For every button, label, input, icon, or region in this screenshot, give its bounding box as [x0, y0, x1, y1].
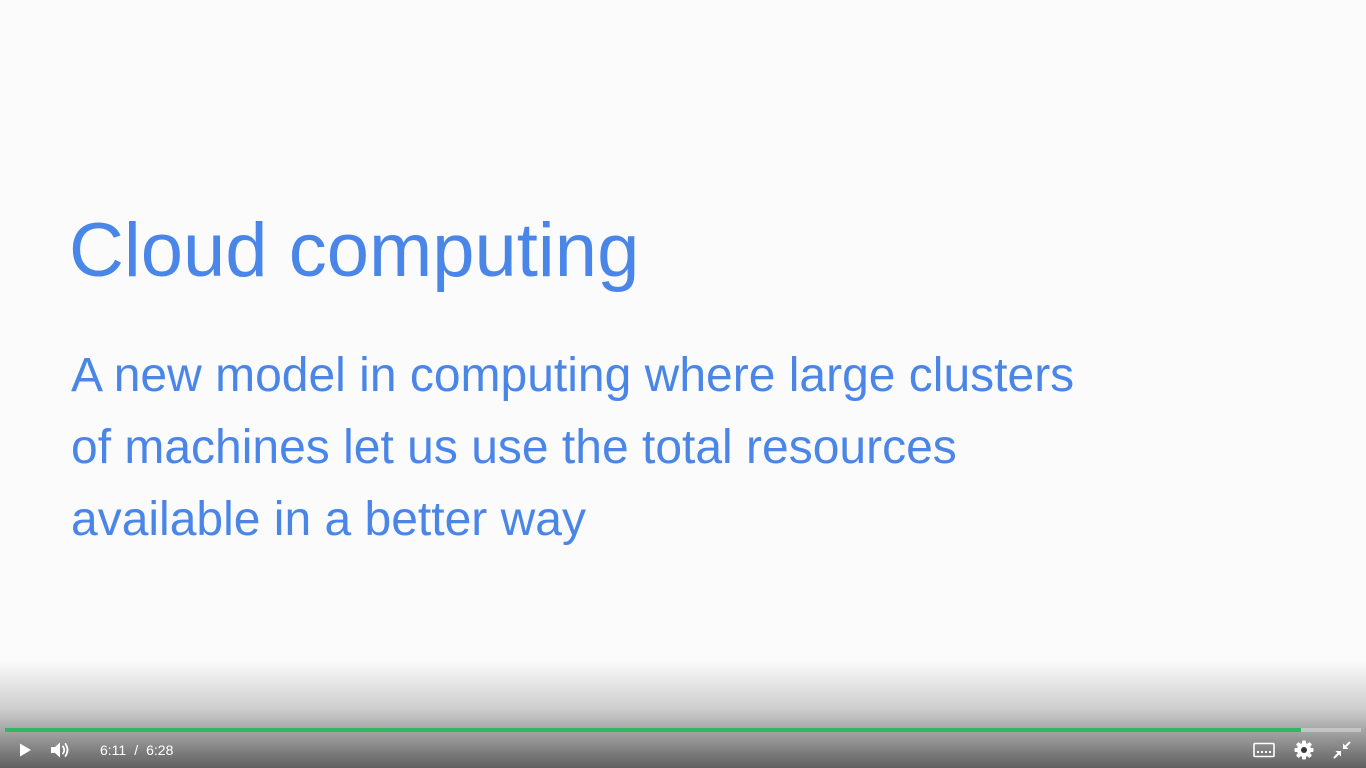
slide-body-line: available in a better way — [71, 493, 586, 546]
volume-button[interactable] — [46, 732, 76, 768]
exit-fullscreen-button[interactable] — [1328, 732, 1356, 768]
play-button[interactable] — [12, 732, 38, 768]
volume-icon — [51, 742, 69, 758]
video-player[interactable]: Cloud computing A new model in computing… — [0, 0, 1366, 768]
duration: 6:28 — [146, 742, 174, 758]
time-display: 6:11 / 6:28 — [100, 742, 173, 758]
settings-button[interactable] — [1290, 732, 1318, 768]
slide-title: Cloud computing — [69, 208, 640, 293]
play-icon — [20, 743, 31, 757]
gear-icon — [1294, 740, 1314, 760]
captions-icon — [1253, 742, 1275, 758]
captions-button[interactable] — [1250, 732, 1278, 768]
time-separator: / — [134, 742, 139, 758]
slide-body-line: A new model in computing where large clu… — [71, 349, 1075, 402]
exit-fullscreen-icon — [1333, 741, 1351, 759]
current-time: 6:11 — [100, 742, 127, 758]
slide-body: A new model in computing where large clu… — [71, 340, 1321, 556]
control-bar: 6:11 / 6:28 — [0, 732, 1366, 768]
slide-body-line: of machines let us use the total resourc… — [71, 421, 957, 474]
video-frame: Cloud computing A new model in computing… — [0, 0, 1366, 730]
